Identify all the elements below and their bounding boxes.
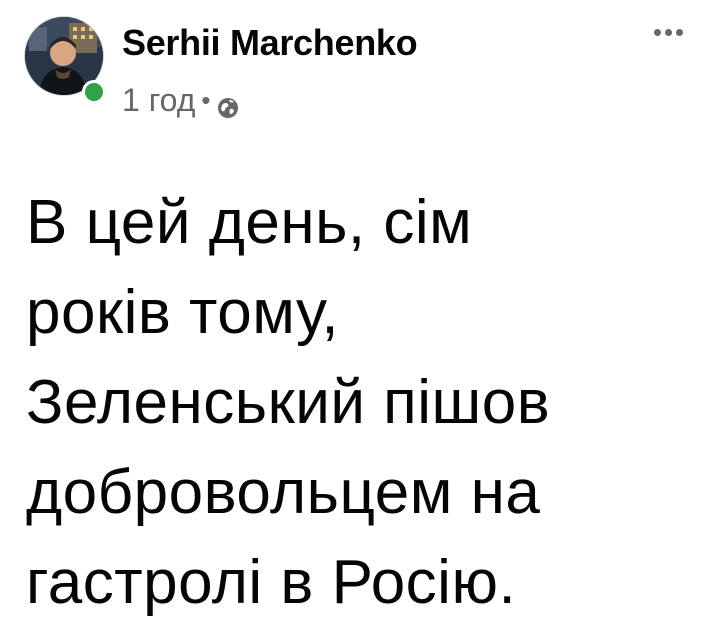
post-text: В цей день, сім років тому, Зеленський п… (26, 178, 696, 628)
author-name[interactable]: Serhii Marchenko (122, 22, 418, 64)
post-text-line: років тому, (26, 278, 340, 347)
author-avatar[interactable] (24, 16, 106, 104)
globe-icon[interactable] (217, 90, 239, 118)
post-text-line: добровольцем на (26, 458, 541, 527)
more-horizontal-icon (653, 28, 661, 36)
post-timestamp[interactable]: 1 год (122, 82, 195, 119)
more-options-button[interactable] (646, 18, 690, 46)
post-meta: 1 год • (122, 82, 239, 119)
online-status-dot (82, 80, 106, 104)
post-text-line: Зеленський пішов (26, 368, 551, 437)
meta-separator: • (201, 85, 211, 115)
post-card: Serhii Marchenko 1 год • В цей день, сім… (0, 0, 720, 632)
post-text-line: В цей день, сім (26, 188, 473, 257)
post-text-line: гастролі в Росію. (26, 548, 517, 617)
